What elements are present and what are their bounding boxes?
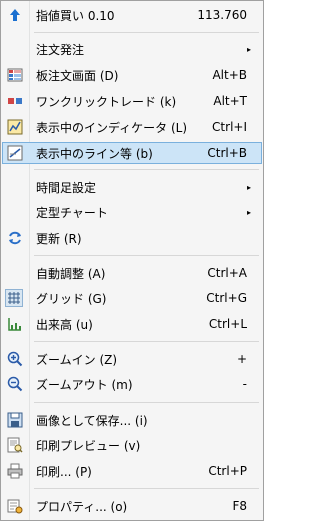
- menu-item-shortcut: Alt+T: [213, 94, 247, 108]
- submenu-arrow-icon: ▸: [246, 207, 251, 217]
- menu-item-print-preview[interactable]: 印刷プレビュー (v): [3, 435, 261, 455]
- menu-item-label: 定型チャート: [36, 205, 108, 220]
- menu-item-label: 印刷プレビュー (v): [36, 438, 141, 453]
- menu-item-templates[interactable]: 定型チャート ▸: [3, 202, 261, 222]
- submenu-arrow-icon: ▸: [246, 44, 251, 54]
- order-book-icon: [7, 67, 23, 83]
- indicators-icon: [7, 119, 23, 135]
- menu-item-volumes[interactable]: 出来高 (u) Ctrl+L: [3, 314, 261, 334]
- print-preview-icon: [7, 437, 23, 453]
- zoom-in-icon: [7, 351, 23, 367]
- menu-item-shortcut: F8: [232, 499, 247, 513]
- menu-item-auto-scroll[interactable]: 自動調整 (A) Ctrl+A: [3, 263, 261, 283]
- menu-separator: [34, 402, 259, 403]
- menu-item-objects-list[interactable]: 表示中のライン等 (b) Ctrl+B: [2, 142, 262, 164]
- menu-item-label: 表示中のインディケータ (L): [36, 120, 188, 135]
- menu-item-label: 印刷... (P): [36, 464, 92, 479]
- menu-item-buy-limit[interactable]: 指値買い 0.10 113.760: [3, 5, 261, 25]
- menu-item-print[interactable]: 印刷... (P) Ctrl+P: [3, 461, 261, 481]
- submenu-arrow-icon: ▸: [246, 182, 251, 192]
- objects-icon: [7, 145, 23, 161]
- menu-item-label: 画像として保存... (i): [36, 413, 148, 428]
- menu-item-label: 表示中のライン等 (b): [36, 146, 153, 161]
- context-menu: 指値買い 0.10 113.760 注文発注 ▸ 板注文画面 (D) Alt+B: [0, 0, 264, 521]
- menu-item-shortcut: Ctrl+B: [207, 146, 247, 160]
- menu-item-shortcut: +: [236, 352, 247, 366]
- menu-item-shortcut: Ctrl+P: [208, 464, 247, 478]
- menu-item-label: グリッド (G): [36, 291, 107, 306]
- menu-item-label: 指値買い 0.10: [36, 8, 115, 23]
- menu-item-shortcut: Ctrl+I: [212, 120, 247, 134]
- zoom-out-icon: [7, 376, 23, 392]
- volume-icon: [7, 316, 23, 332]
- menu-item-save-as-picture[interactable]: 画像として保存... (i): [3, 410, 261, 430]
- menu-item-price: 113.760: [197, 8, 247, 22]
- menu-separator: [34, 255, 259, 256]
- grid-icon: [5, 289, 23, 307]
- menu-item-refresh[interactable]: 更新 (R): [3, 228, 261, 248]
- menu-item-shortcut: Ctrl+L: [208, 317, 247, 331]
- menu-item-one-click-trading[interactable]: ワンクリックトレード (k) Alt+T: [3, 91, 261, 111]
- menu-item-label: 時間足設定: [36, 180, 97, 195]
- menu-item-label: 出来高 (u): [36, 317, 93, 332]
- properties-icon: [7, 498, 23, 514]
- menu-separator: [34, 32, 259, 33]
- menu-item-label: ズームアウト (m): [36, 377, 133, 392]
- menu-item-label: 更新 (R): [36, 231, 82, 246]
- one-click-trade-icon: [7, 93, 23, 109]
- menu-item-properties[interactable]: プロパティ... (o) F8: [3, 496, 261, 516]
- menu-item-zoom-in[interactable]: ズームイン (Z) +: [3, 349, 261, 369]
- refresh-icon: [7, 230, 23, 246]
- save-image-icon: [7, 412, 23, 428]
- menu-item-label: ワンクリックトレード (k): [36, 94, 177, 109]
- menu-item-shortcut: Alt+B: [212, 68, 247, 82]
- menu-item-label: 板注文画面 (D): [36, 68, 119, 83]
- buy-limit-arrow-icon: [7, 7, 23, 23]
- menu-item-label: 注文発注: [36, 42, 85, 57]
- menu-item-label: 自動調整 (A): [36, 266, 106, 281]
- menu-separator: [34, 488, 259, 489]
- menu-item-place-order[interactable]: 注文発注 ▸: [3, 39, 261, 59]
- menu-separator: [34, 341, 259, 342]
- menu-item-depth-of-market[interactable]: 板注文画面 (D) Alt+B: [3, 65, 261, 85]
- menu-separator: [34, 169, 259, 170]
- menu-item-timeframes[interactable]: 時間足設定 ▸: [3, 177, 261, 197]
- menu-item-indicators-list[interactable]: 表示中のインディケータ (L) Ctrl+I: [3, 117, 261, 137]
- menu-item-label: ズームイン (Z): [36, 352, 118, 367]
- menu-item-label: プロパティ... (o): [36, 499, 128, 514]
- menu-item-shortcut: Ctrl+G: [206, 291, 247, 305]
- menu-item-zoom-out[interactable]: ズームアウト (m) -: [3, 374, 261, 394]
- menu-item-shortcut: -: [242, 377, 247, 391]
- print-icon: [7, 463, 23, 479]
- menu-item-grid[interactable]: グリッド (G) Ctrl+G: [3, 288, 261, 308]
- menu-item-shortcut: Ctrl+A: [207, 266, 247, 280]
